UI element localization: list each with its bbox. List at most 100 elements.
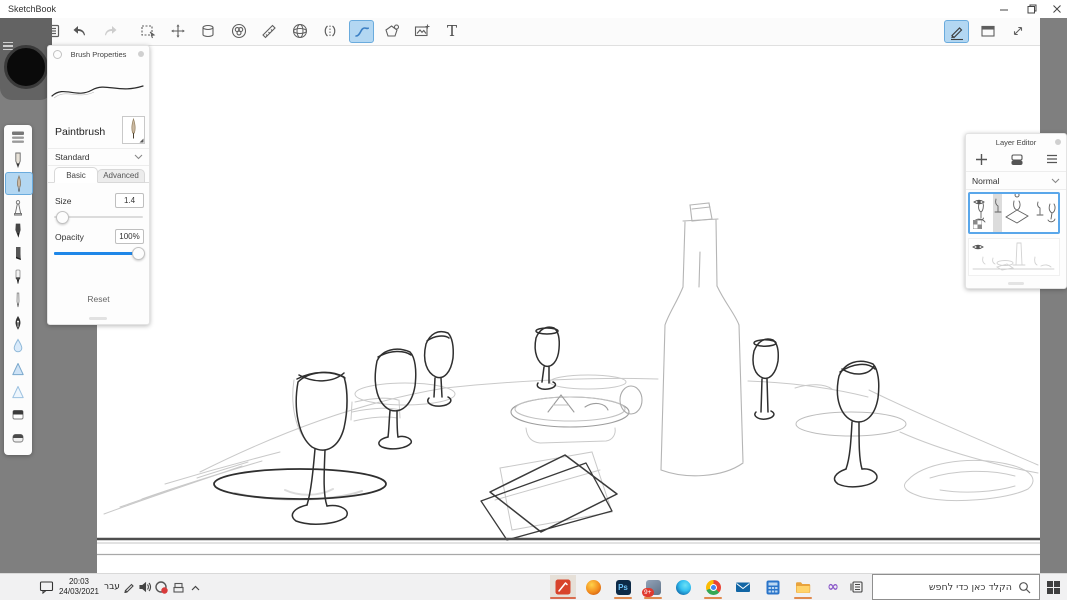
layer-panel-drag-handle[interactable]	[1008, 282, 1024, 285]
color-adjust-button[interactable]	[227, 20, 251, 42]
panel-drag-handle[interactable]	[89, 317, 107, 320]
size-value[interactable]: 1.4	[115, 193, 144, 208]
water-drop-icon	[8, 336, 28, 356]
size-slider-thumb[interactable]	[56, 211, 69, 224]
badged-app-icon: 9+	[646, 580, 661, 595]
tab-advanced[interactable]: Advanced	[97, 169, 145, 184]
distort-button[interactable]	[196, 20, 220, 42]
drawing-canvas[interactable]	[97, 45, 1040, 573]
tool-eraser-soft[interactable]	[4, 426, 32, 449]
tray-pen-button[interactable]	[122, 580, 136, 594]
tool-eraser-hard[interactable]	[4, 403, 32, 426]
opacity-slider-thumb[interactable]	[132, 247, 145, 260]
layer-menu-button[interactable]	[1043, 149, 1061, 169]
text-tool-button[interactable]: T	[440, 20, 464, 42]
opacity-slider-track[interactable]	[54, 252, 143, 255]
taskbar-app-photoshop[interactable]: Ps	[610, 575, 636, 599]
redo-button[interactable]	[98, 20, 122, 42]
brush-type-row[interactable]: Standard	[48, 148, 149, 166]
tool-smudge-soft[interactable]	[4, 380, 32, 403]
canvas-view-button[interactable]	[976, 20, 1000, 42]
tool-flat-pen[interactable]	[4, 265, 32, 288]
main-toolbar: T	[40, 18, 1040, 46]
merge-layer-button[interactable]	[1008, 149, 1026, 169]
color-puck[interactable]	[4, 45, 48, 89]
fullscreen-button[interactable]	[1006, 20, 1030, 42]
tray-volume-button[interactable]	[138, 580, 152, 594]
perspective-icon	[291, 22, 309, 40]
taskbar-app-mail[interactable]	[730, 575, 756, 599]
close-button[interactable]	[1047, 0, 1067, 18]
taskbar-app-explorer[interactable]	[790, 575, 816, 599]
layer-visibility-icon[interactable]	[973, 198, 985, 206]
tool-airbrush[interactable]	[4, 196, 32, 219]
panel-pin-icon[interactable]	[138, 51, 144, 57]
undo-button[interactable]	[68, 20, 92, 42]
panel-collapse-icon[interactable]	[53, 50, 62, 59]
taskbar-app-visualstudio[interactable]: ∞	[820, 575, 846, 599]
transform-button[interactable]	[166, 20, 190, 42]
restore-icon	[1027, 4, 1037, 14]
tool-fine-pen[interactable]	[4, 288, 32, 311]
symmetry-button[interactable]	[318, 20, 342, 42]
brush-panel-header[interactable]: Brush Properties	[48, 46, 149, 61]
taskbar-app-calculator[interactable]	[760, 575, 786, 599]
taskbar-clock[interactable]: 20:03 24/03/2021	[56, 577, 102, 597]
tool-pencil[interactable]	[4, 148, 32, 171]
layer-row-background[interactable]	[968, 238, 1060, 276]
tool-chisel-marker[interactable]	[4, 242, 32, 265]
tray-app-button[interactable]	[172, 581, 185, 594]
action-center-button[interactable]	[36, 578, 56, 596]
taskbar-search[interactable]: הקלד כאן כדי לחפש	[872, 574, 1040, 600]
taskbar-app-edge[interactable]	[670, 575, 696, 599]
pen-mode-button[interactable]	[944, 20, 969, 43]
corner-block	[0, 18, 52, 100]
layer-row-active[interactable]	[968, 192, 1060, 234]
tool-brush-library[interactable]	[4, 125, 32, 148]
taskbar-app-firefox[interactable]	[580, 575, 606, 599]
taskbar-app-chrome[interactable]	[700, 575, 726, 599]
taskbar-app-sketchbook[interactable]	[550, 575, 576, 599]
language-indicator[interactable]: עבר	[104, 582, 120, 592]
taskbar-app-messenger[interactable]: 9+	[640, 575, 666, 599]
volume-icon	[139, 581, 152, 593]
search-icon	[1018, 581, 1031, 594]
import-image-button[interactable]	[410, 20, 434, 42]
layer-panel-pin-icon[interactable]	[1055, 139, 1061, 145]
notification-badge: 9+	[642, 588, 654, 597]
tool-paintbrush[interactable]	[5, 172, 33, 195]
tray-expand-button[interactable]	[189, 581, 202, 594]
close-icon	[1052, 4, 1062, 14]
layer-panel-header[interactable]: Layer Editor	[966, 134, 1066, 149]
opacity-value[interactable]: 100%	[115, 229, 144, 244]
layer-transparency-lock-icon[interactable]	[973, 220, 982, 229]
stroke-tool-button[interactable]	[349, 20, 374, 43]
perspective-button[interactable]	[288, 20, 312, 42]
tab-basic[interactable]: Basic	[54, 167, 98, 183]
tray-sync-button[interactable]	[155, 581, 168, 594]
tool-ink-nib[interactable]	[4, 311, 32, 334]
canvas-view-icon	[979, 22, 997, 40]
running-indicator	[644, 597, 662, 599]
shape-button[interactable]	[380, 20, 404, 42]
start-button[interactable]	[1040, 574, 1067, 600]
tool-smudge[interactable]	[4, 357, 32, 380]
brush-thumbnail[interactable]	[122, 116, 145, 144]
add-layer-button[interactable]	[972, 149, 990, 169]
fullscreen-icon	[1009, 22, 1027, 40]
tool-marker[interactable]	[4, 219, 32, 242]
opacity-label: Opacity	[55, 232, 84, 242]
window-title: SketchBook	[8, 4, 56, 14]
reset-label: Reset	[87, 294, 109, 304]
brush-tabs: Basic Advanced	[48, 166, 149, 183]
layer-bg-visibility-icon[interactable]	[972, 243, 984, 251]
task-view-button[interactable]	[846, 575, 868, 599]
tool-water-drop[interactable]	[4, 334, 32, 357]
reset-button[interactable]: Reset	[48, 294, 149, 304]
restore-button[interactable]	[1021, 0, 1043, 18]
blend-mode-row[interactable]: Normal	[966, 171, 1066, 190]
minimize-button[interactable]	[993, 0, 1015, 18]
select-button[interactable]	[136, 20, 160, 42]
symmetry-icon	[321, 22, 339, 40]
ruler-button[interactable]	[257, 20, 281, 42]
